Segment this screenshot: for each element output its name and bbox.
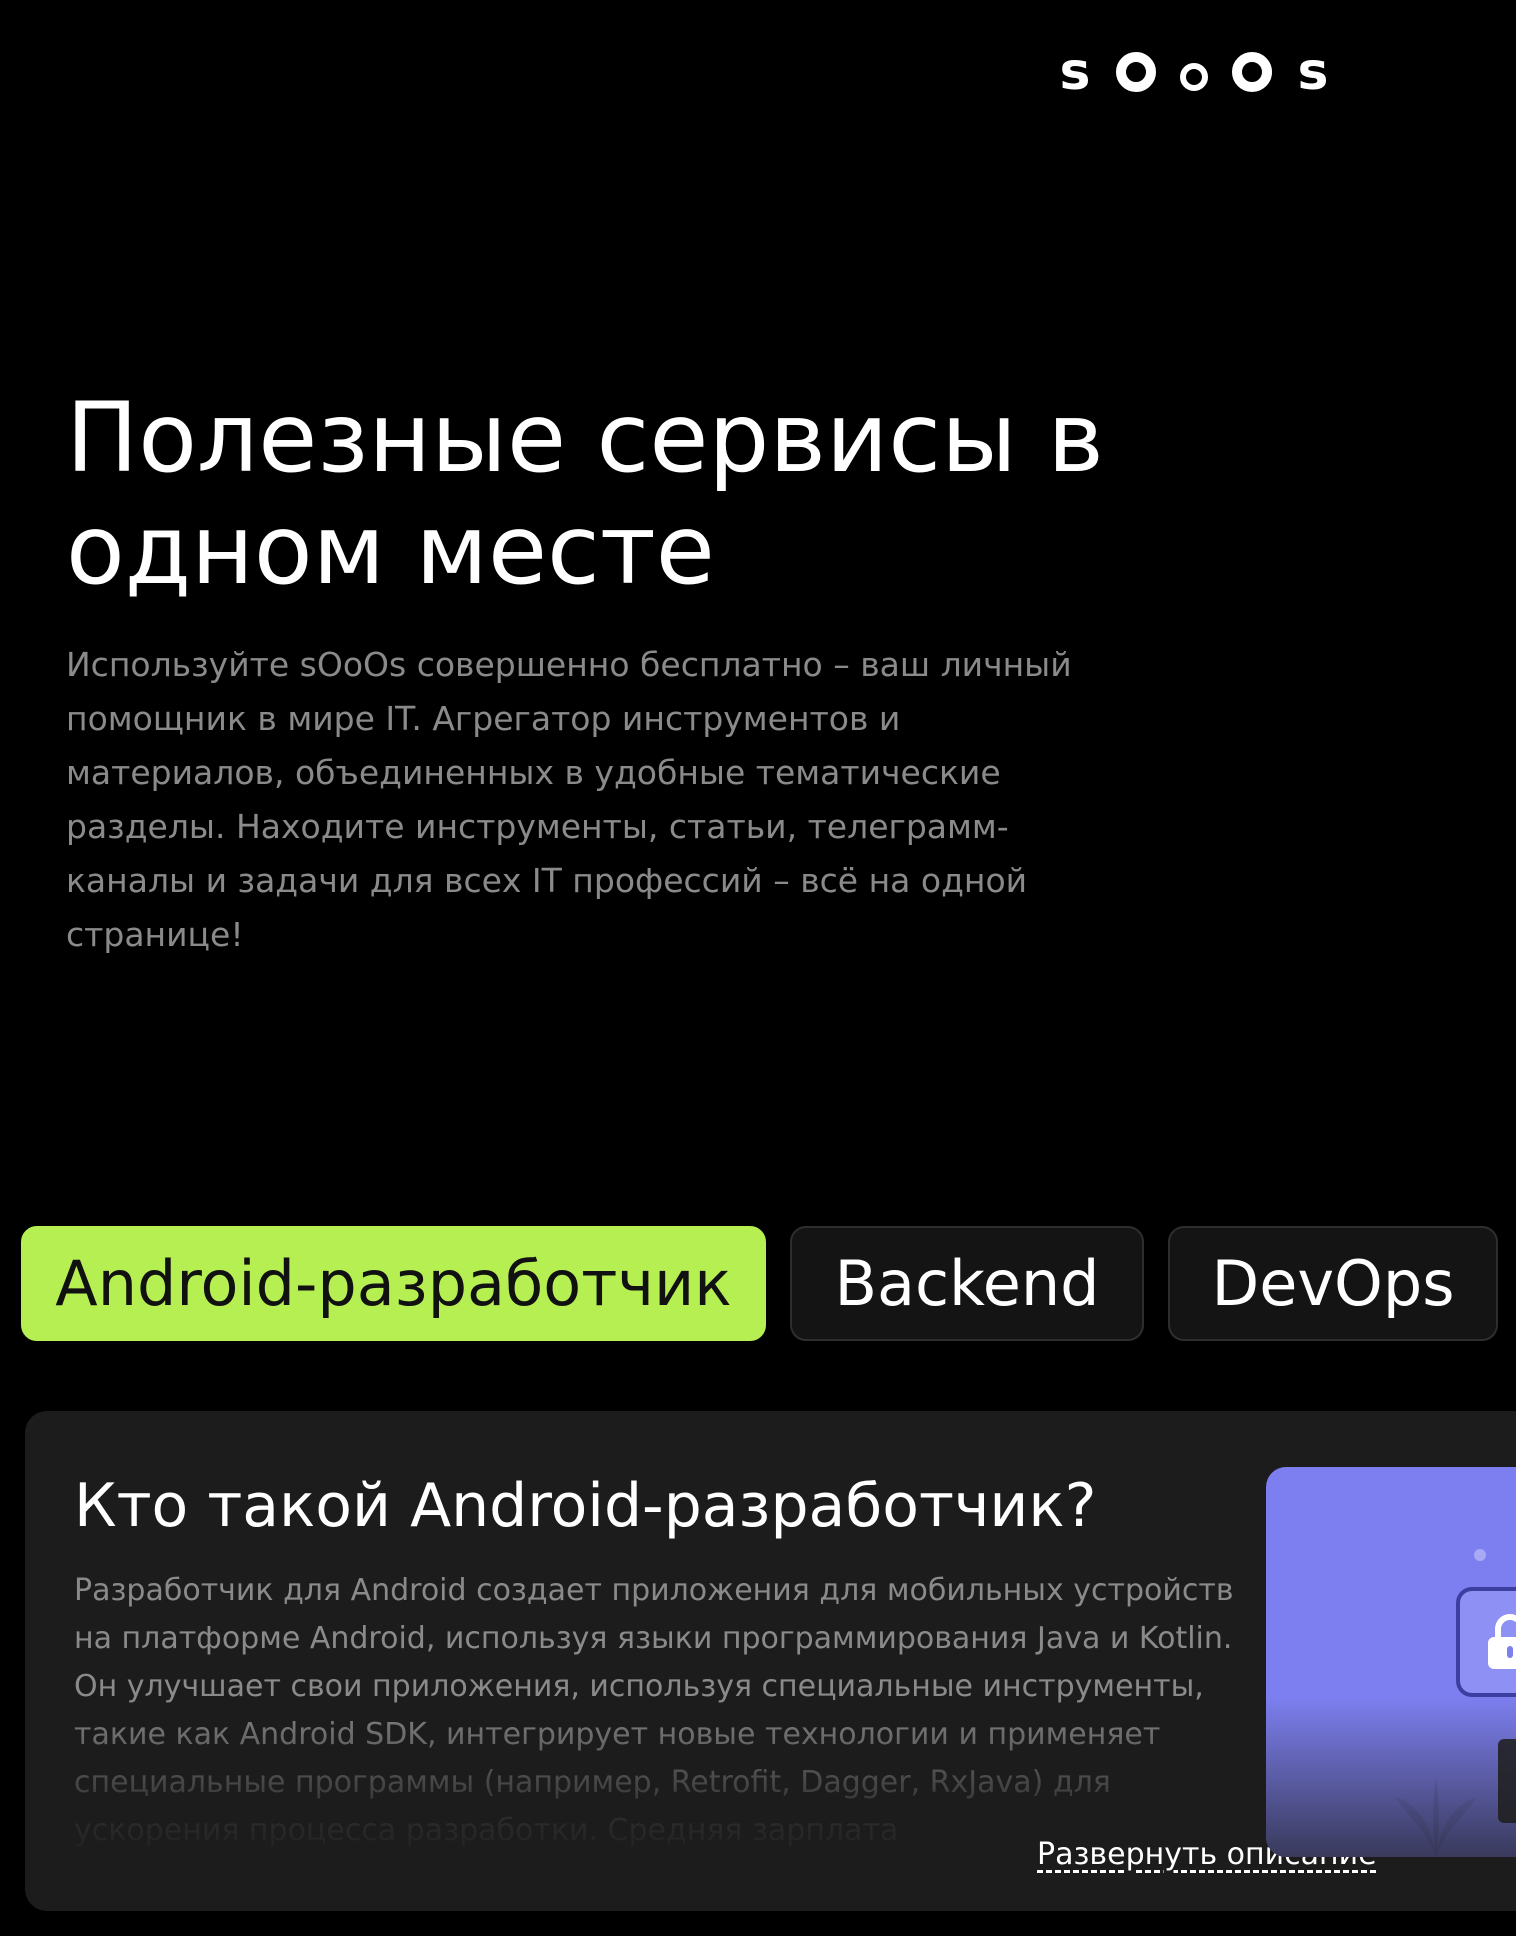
card-description-container: Разработчик для Android создает приложен…	[74, 1567, 1244, 1867]
illustration-fade	[1266, 1697, 1516, 1857]
logo-ring-small	[1180, 63, 1208, 91]
tab-backend[interactable]: Backend	[790, 1226, 1144, 1341]
logo-letter-s-start: s	[1059, 42, 1091, 102]
card-illustration	[1266, 1467, 1516, 1857]
logo-letter-s-end: s	[1297, 42, 1329, 102]
hero-description: Используйте sOoOs совершенно бесплатно –…	[66, 645, 1072, 954]
tab-android-developer[interactable]: Android-разработчик	[21, 1226, 766, 1341]
logo-ring-large	[1232, 52, 1272, 92]
tab-devops[interactable]: DevOps	[1168, 1226, 1498, 1341]
logo[interactable]: s s	[1046, 40, 1342, 104]
profession-card: Кто такой Android-разработчик? Разработч…	[25, 1411, 1516, 1911]
hero-title: Полезные сервисы в одном месте	[66, 382, 1104, 606]
decor-dot	[1474, 1549, 1486, 1561]
profession-tabs: Android-разработчик Backend DevOps	[21, 1226, 1498, 1341]
lock-card	[1456, 1587, 1516, 1697]
logo-ring-large	[1116, 52, 1156, 92]
card-title: Кто такой Android-разработчик?	[74, 1471, 1097, 1541]
lock-icon	[1488, 1614, 1516, 1669]
